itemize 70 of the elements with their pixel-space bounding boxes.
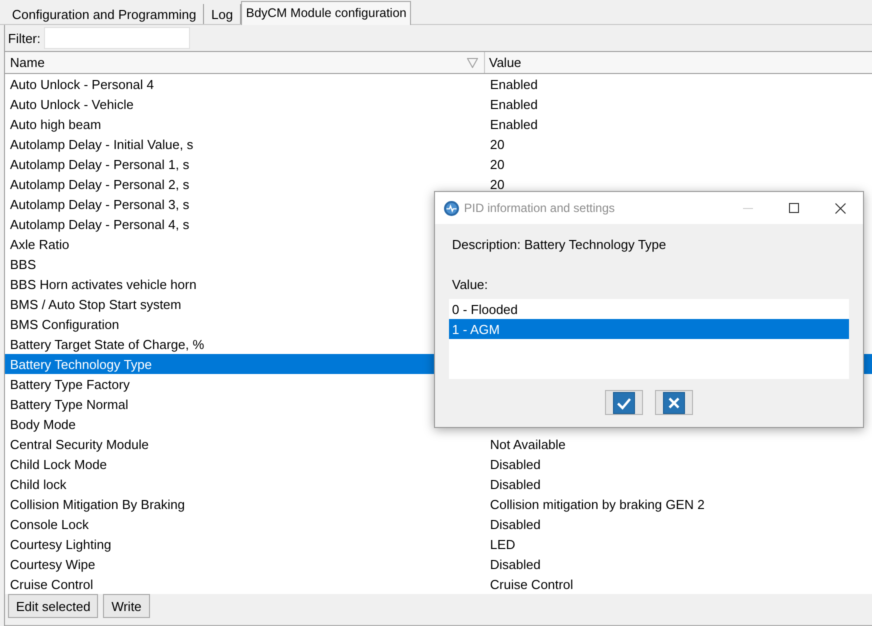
dialog-title: PID information and settings (464, 202, 615, 214)
table-row[interactable]: Courtesy Lighting LED (5, 534, 872, 554)
column-header[interactable]: Value (485, 52, 872, 73)
table-cell-text: Cruise Control (489, 578, 574, 590)
table-row[interactable]: Auto Unlock - Personal 4 Enabled (5, 74, 872, 94)
table-row[interactable]: Autolamp Delay - Initial Value, s 20 (5, 134, 872, 154)
table-cell: Autolamp Delay - Personal 4, s (10, 218, 190, 230)
table-cell: Battery Type Factory (10, 378, 130, 390)
table-row[interactable]: Courtesy Wipe Disabled (5, 554, 872, 574)
close-icon (663, 392, 685, 414)
table-row[interactable]: Auto high beam Enabled (5, 114, 872, 134)
table-cell: Battery Target State of Charge, % (10, 338, 204, 350)
table-cell: Central Security Module (10, 438, 149, 450)
table-row[interactable]: Child Lock Mode Disabled (5, 454, 872, 474)
ok-button[interactable] (605, 390, 643, 415)
table-cell: Body Mode (10, 418, 76, 430)
column-title: Value (489, 56, 522, 69)
table-row[interactable]: Console Lock Disabled (5, 514, 872, 534)
table-row[interactable]: Auto Unlock - Vehicle Enabled (5, 94, 872, 114)
table-cell: Auto Unlock - Personal 4 (10, 78, 154, 90)
check-icon (613, 392, 635, 414)
table-cell: Autolamp Delay - Personal 1, s (10, 158, 190, 170)
edit-selected-button[interactable]: Edit selected (8, 594, 98, 618)
column-header[interactable]: Name (5, 52, 485, 73)
table-cell-text: Enabled (489, 78, 538, 90)
list-item[interactable]: 0 - Flooded (449, 299, 849, 319)
table-row[interactable]: Child lock Disabled (5, 474, 872, 494)
table-cell-text: Collision mitigation by braking GEN 2 (489, 498, 705, 510)
sort-triangle-icon (467, 58, 478, 68)
table-cell-text: Enabled (489, 98, 538, 110)
table-cell: Child lock (10, 478, 66, 490)
table-row[interactable]: Central Security Module Not Available (5, 434, 872, 454)
table-cell: BBS (10, 258, 36, 270)
table-cell: Courtesy Wipe (10, 558, 96, 570)
table-cell: Auto high beam (10, 118, 102, 130)
table-cell: Autolamp Delay - Personal 2, s (10, 178, 190, 190)
table-cell: Console Lock (10, 518, 89, 530)
table-cell-text: Disabled (489, 558, 541, 570)
list-item[interactable]: 1 - AGM (449, 319, 849, 339)
table-cell-text: 20 (489, 158, 504, 170)
tab[interactable]: BdyCM Module configuration (240, 1, 412, 25)
description-text: Description: Battery Technology Type (452, 238, 666, 251)
table-row[interactable]: Cruise Control Cruise Control (5, 574, 872, 594)
table-cell: Courtesy Lighting (10, 538, 112, 550)
table-cell: Child Lock Mode (10, 458, 107, 470)
table-cell: Battery Type Normal (10, 398, 128, 410)
table-cell-text: Disabled (489, 518, 541, 530)
cancel-button[interactable] (655, 390, 693, 415)
table-cell-text: 20 (489, 178, 504, 190)
table-cell-text: Enabled (489, 118, 538, 130)
table-cell-text: Disabled (489, 458, 541, 470)
table-cell: Auto Unlock - Vehicle (10, 98, 134, 110)
write-button[interactable]: Write (103, 594, 150, 618)
filter-field[interactable] (44, 27, 190, 49)
table-row[interactable]: Autolamp Delay - Personal 1, s 20 (5, 154, 872, 174)
column-title: Name (10, 56, 45, 69)
table-cell-text: Disabled (489, 478, 541, 490)
filter-label: Filter: (8, 32, 40, 44)
app-logo-icon (444, 200, 459, 216)
table-cell: Battery Technology Type (10, 358, 152, 370)
table-cell-text: LED (489, 538, 516, 550)
table-cell-text: 20 (489, 138, 504, 150)
table-cell: Collision Mitigation By Braking (10, 498, 185, 510)
table-cell-text: Not Available (489, 438, 566, 450)
value-list[interactable]: 0 - Flooded 1 - AGM (449, 299, 849, 379)
table-row[interactable]: Autolamp Delay - Personal 2, s 20 (5, 174, 872, 194)
table-cell: Autolamp Delay - Initial Value, s (10, 138, 194, 150)
value-label: Value: (452, 278, 488, 291)
table-cell: Cruise Control (10, 578, 94, 590)
table-row[interactable]: Collision Mitigation By Braking Collision mitigation by braking GEN 2 (5, 494, 872, 514)
